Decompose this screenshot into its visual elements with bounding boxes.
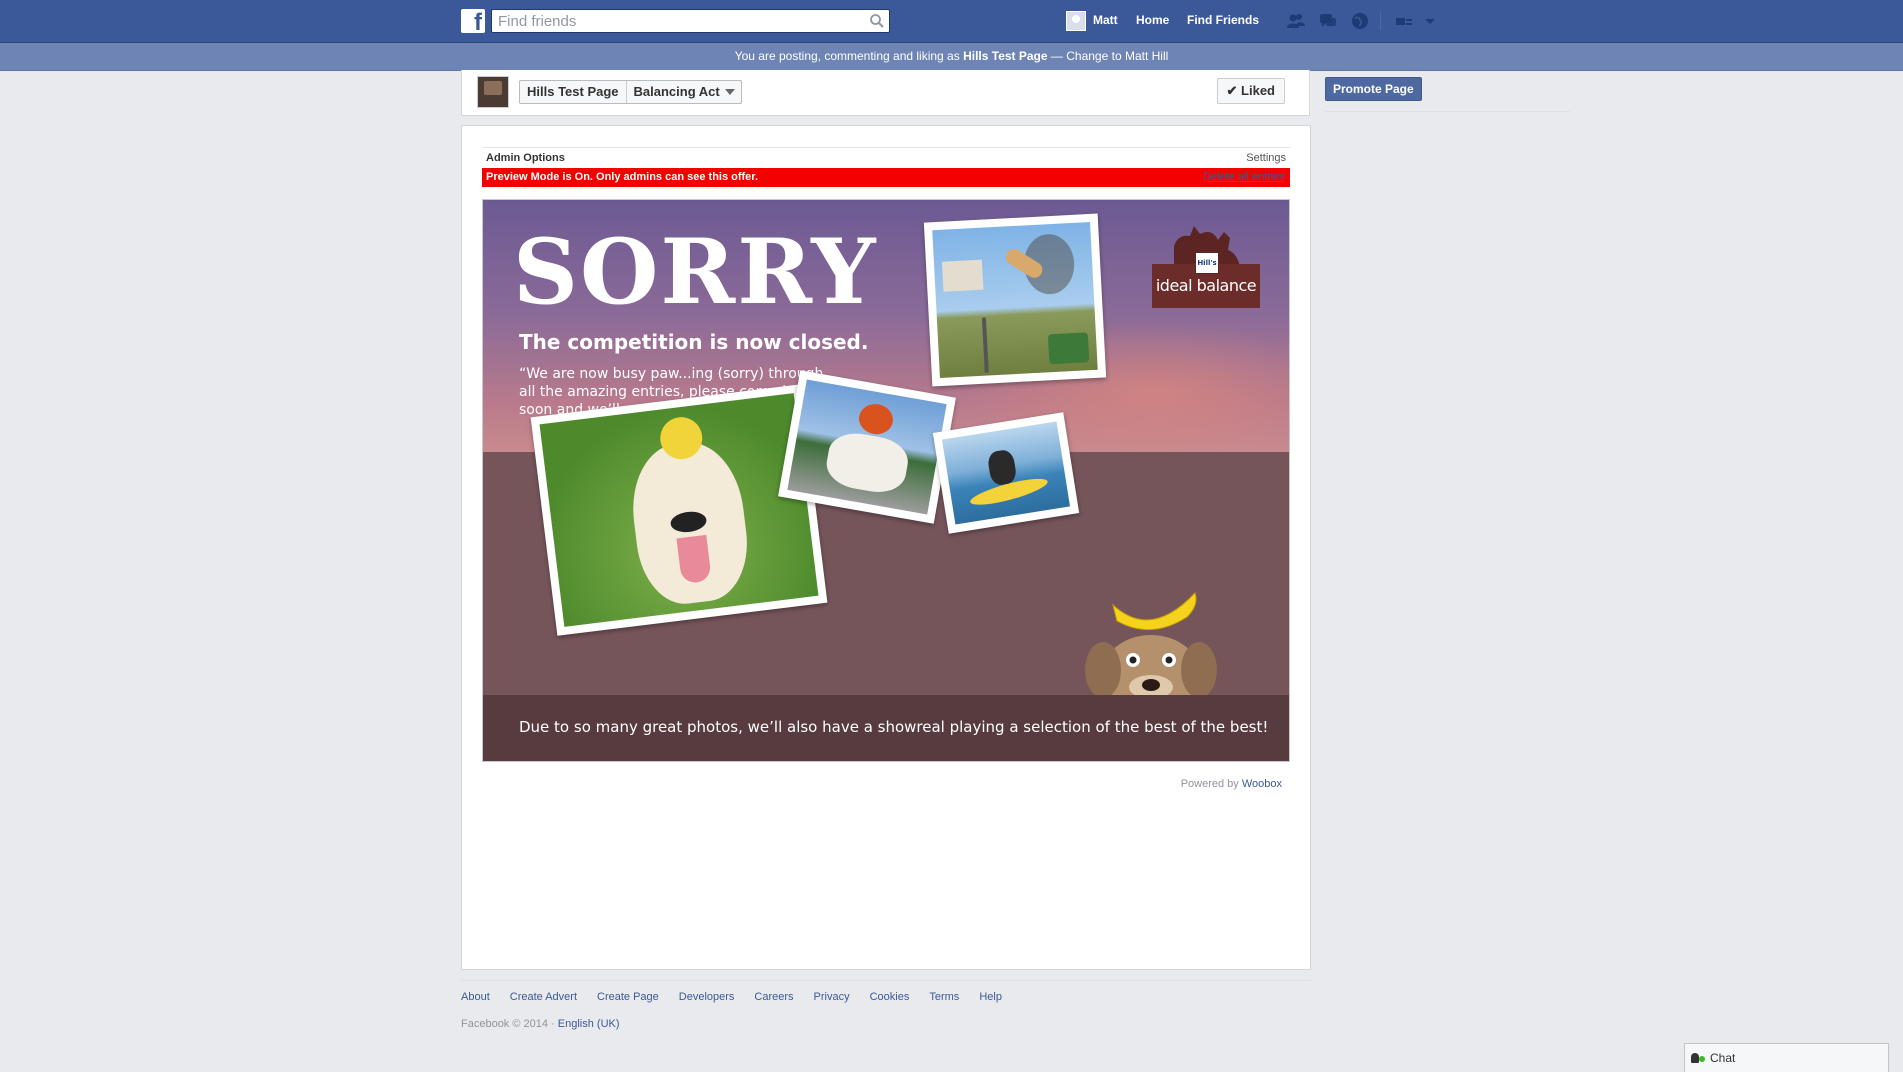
powered-by: Powered by Woobox: [1181, 778, 1282, 790]
footer-link-about[interactable]: About: [461, 991, 490, 1003]
chevron-down-icon[interactable]: [724, 89, 735, 95]
ideal-balance-logo: Hill's ideal balance: [1150, 222, 1262, 322]
app-content-card: Admin Options Settings Preview Mode is O…: [461, 125, 1311, 970]
footer-link-help[interactable]: Help: [979, 991, 1002, 1003]
page-profile-thumbnail[interactable]: [477, 76, 509, 108]
preview-mode-message: Preview Mode is On. Only admins can see …: [486, 171, 759, 183]
chat-label: Chat: [1710, 1051, 1736, 1065]
search-input[interactable]: [498, 12, 858, 30]
person-icon: [1691, 1053, 1699, 1063]
breadcrumb-page-name[interactable]: Hills Test Page: [520, 81, 626, 103]
cartoon-dog-banana-icon: [1085, 592, 1217, 695]
liked-label: Liked: [1241, 83, 1275, 98]
home-link[interactable]: Home: [1136, 13, 1169, 27]
powered-by-prefix: Powered by: [1180, 778, 1242, 790]
online-status-icon: [1699, 1056, 1705, 1062]
right-column-divider: [1325, 111, 1570, 112]
user-avatar[interactable]: [1066, 11, 1086, 31]
admin-options-bar: Admin Options Settings: [482, 147, 1290, 168]
posting-as-page-name: Hills Test Page: [963, 49, 1048, 63]
liked-button[interactable]: ✔ Liked: [1216, 78, 1285, 104]
promote-page-button[interactable]: Promote Page: [1325, 77, 1422, 101]
friend-requests-icon[interactable]: [1286, 11, 1306, 31]
account-settings-icon[interactable]: [1420, 11, 1440, 31]
woobox-link[interactable]: Woobox: [1242, 778, 1282, 790]
settings-link[interactable]: Settings: [1246, 152, 1286, 164]
privacy-shortcuts-icon[interactable]: [1394, 11, 1414, 31]
search-icon[interactable]: [869, 13, 885, 29]
page-header: Hills Test Page Balancing Act ✔ Liked: [461, 70, 1310, 116]
admin-options-title: Admin Options: [486, 152, 565, 164]
page-breadcrumb: Hills Test Page Balancing Act: [519, 80, 742, 104]
hills-badge: Hill's: [1195, 252, 1219, 274]
footer-link-terms[interactable]: Terms: [929, 991, 959, 1003]
dog-jumping-photo: [923, 213, 1107, 387]
posting-as-banner: You are posting, commenting and liking a…: [0, 43, 1903, 71]
footer-links: About Create Advert Create Page Develope…: [461, 991, 1022, 1003]
facebook-logo-icon[interactable]: f: [461, 9, 485, 35]
delete-all-entries-link[interactable]: Delete all entries: [1203, 171, 1285, 183]
language-link[interactable]: English (UK): [558, 1018, 620, 1030]
posting-as-separator: —: [1047, 49, 1067, 63]
banner-footnote: Due to so many great photos, we’ll also …: [519, 718, 1269, 736]
dog-surfing-photo: [932, 412, 1080, 534]
footer-link-developers[interactable]: Developers: [679, 991, 735, 1003]
notifications-icon[interactable]: [1350, 11, 1370, 31]
change-identity-link[interactable]: Change to Matt Hill: [1066, 49, 1168, 63]
messages-icon[interactable]: [1318, 11, 1338, 31]
top-navigation-bar: f Matt Home Find Friends: [0, 0, 1903, 43]
banner-subheadline: The competition is now closed.: [519, 330, 869, 354]
footer-link-create-page[interactable]: Create Page: [597, 991, 659, 1003]
checkmark-icon: ✔: [1226, 83, 1238, 98]
competition-closed-banner: SORRY The competition is now closed. “We…: [482, 199, 1290, 762]
preview-mode-bar: Preview Mode is On. Only admins can see …: [482, 168, 1290, 187]
copyright: Facebook © 2014 · English (UK): [461, 1018, 620, 1030]
profile-link[interactable]: Matt: [1093, 13, 1118, 27]
copyright-text: Facebook © 2014 ·: [461, 1018, 558, 1030]
brand-name: ideal balance: [1155, 276, 1257, 295]
footer-link-privacy[interactable]: Privacy: [814, 991, 850, 1003]
footer-link-create-advert[interactable]: Create Advert: [510, 991, 577, 1003]
footer-link-careers[interactable]: Careers: [754, 991, 793, 1003]
banner-headline: SORRY: [513, 219, 878, 325]
search-box[interactable]: [491, 9, 890, 33]
breadcrumb-app-name[interactable]: Balancing Act: [627, 81, 727, 103]
cat-tomato-photo: [778, 370, 956, 524]
retriever-ball-photo: [530, 384, 828, 636]
footer-divider: [461, 980, 1311, 981]
footer-link-cookies[interactable]: Cookies: [870, 991, 910, 1003]
chat-tab[interactable]: Chat: [1684, 1043, 1889, 1072]
posting-as-prefix: You are posting, commenting and liking a…: [734, 49, 964, 63]
find-friends-link[interactable]: Find Friends: [1187, 13, 1259, 27]
nav-divider: [1380, 12, 1381, 30]
